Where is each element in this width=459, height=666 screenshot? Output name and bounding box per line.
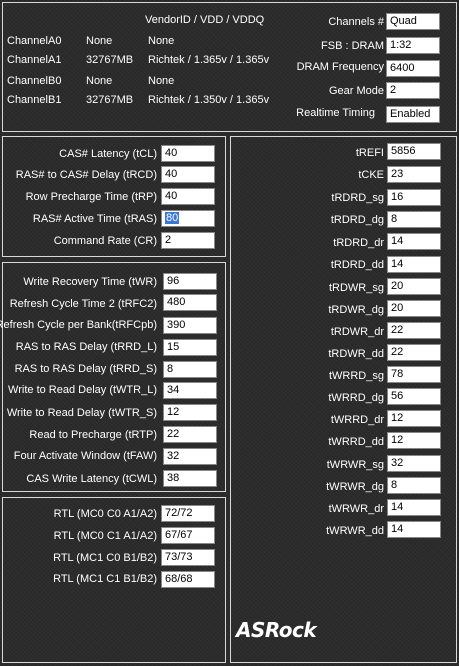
twrwr-dg-field[interactable]: 8 bbox=[387, 477, 441, 494]
trdwr-dr-field[interactable]: 22 bbox=[387, 322, 441, 339]
trdrd-dr-label: tRDRD_dr bbox=[333, 237, 384, 249]
twtr-l-field[interactable]: 34 bbox=[163, 382, 217, 399]
trrd-l-label: RAS to RAS Delay (tRRD_L) bbox=[15, 341, 157, 353]
trcd-field[interactable]: 40 bbox=[161, 166, 215, 183]
trfcpb-field[interactable]: 390 bbox=[163, 317, 217, 334]
channel-a0-info: None bbox=[148, 35, 175, 47]
tcke-field[interactable]: 23 bbox=[387, 166, 441, 183]
trdrd-dg-field[interactable]: 8 bbox=[387, 211, 441, 228]
trtp-label: Read to Precharge (tRTP) bbox=[29, 429, 157, 441]
tcke-label: tCKE bbox=[358, 169, 384, 181]
trdrd-sg-label: tRDRD_sg bbox=[331, 192, 384, 204]
channel-b0-name: ChannelB0 bbox=[7, 75, 62, 87]
channels-label: Channels # bbox=[328, 16, 384, 28]
trrd-l-field[interactable]: 15 bbox=[163, 339, 217, 356]
trdrd-dr-field[interactable]: 14 bbox=[387, 233, 441, 250]
twrwr-sg-field[interactable]: 32 bbox=[387, 455, 441, 472]
trefi-field[interactable]: 5856 bbox=[387, 143, 441, 160]
trdrd-sg-field[interactable]: 16 bbox=[387, 189, 441, 206]
fsb-dram-field[interactable]: 1:32 bbox=[386, 37, 440, 54]
trdwr-dg-label: tRDWR_dg bbox=[328, 304, 384, 316]
channel-a1-info: Richtek / 1.365v / 1.365v bbox=[148, 54, 270, 66]
twrwr-dg-label: tWRWR_dg bbox=[326, 481, 384, 493]
trdwr-sg-label: tRDWR_sg bbox=[328, 282, 384, 294]
channel-b0-info: None bbox=[148, 75, 175, 87]
gear-mode-label: Gear Mode bbox=[328, 85, 384, 97]
tcwl-label: CAS Write Latency (tCWL) bbox=[26, 473, 157, 485]
twrrd-dg-field[interactable]: 56 bbox=[387, 388, 441, 405]
trdrd-dd-field[interactable]: 14 bbox=[387, 256, 441, 273]
twtr-s-label: Write to Read Delay (tWTR_S) bbox=[6, 407, 157, 419]
trfc2-field[interactable]: 480 bbox=[163, 294, 217, 311]
trp-field[interactable]: 40 bbox=[161, 188, 215, 205]
trcd-label: RAS# to CAS# Delay (tRCD) bbox=[15, 169, 157, 181]
twrwr-dd-field[interactable]: 14 bbox=[387, 521, 441, 538]
twtr-l-label: Write to Read Delay (tWTR_L) bbox=[8, 384, 157, 396]
fsb-dram-label: FSB : DRAM bbox=[321, 40, 384, 52]
twrwr-dr-label: tWRWR_dr bbox=[328, 503, 384, 515]
trrd-s-field[interactable]: 8 bbox=[163, 361, 217, 378]
channel-a0-size: None bbox=[86, 35, 113, 47]
trefi-label: tREFI bbox=[355, 147, 384, 159]
rtl-mc1-c1-field[interactable]: 68/68 bbox=[161, 571, 215, 588]
twtr-s-field[interactable]: 12 bbox=[163, 404, 217, 421]
vendor-header: VendorID / VDD / VDDQ bbox=[145, 14, 265, 26]
rtl-mc1-c1-label: RTL (MC1 C1 B1/B2) bbox=[53, 573, 157, 585]
channels-field[interactable]: Quad bbox=[386, 13, 440, 30]
twrrd-dg-label: tWRRD_dg bbox=[328, 392, 384, 404]
tras-value-selected: 80 bbox=[165, 212, 180, 224]
trdwr-dr-label: tRDWR_dr bbox=[330, 326, 384, 338]
twrrd-dd-label: tWRRD_dd bbox=[328, 436, 384, 448]
tras-label: RAS# Active Time (tRAS) bbox=[32, 213, 157, 225]
channel-b0-size: None bbox=[86, 75, 113, 87]
tras-field[interactable]: 80 bbox=[161, 210, 215, 227]
twrwr-dd-label: tWRWR_dd bbox=[326, 525, 384, 537]
tfaw-label: Four Activate Window (tFAW) bbox=[13, 450, 157, 462]
twrrd-sg-field[interactable]: 78 bbox=[387, 366, 441, 383]
trdrd-dd-label: tRDRD_dd bbox=[330, 259, 384, 271]
trtp-field[interactable]: 22 bbox=[163, 426, 217, 443]
twr-label: Write Recovery Time (tWR) bbox=[23, 276, 157, 288]
rtl-mc0-c0-field[interactable]: 72/72 bbox=[161, 505, 215, 522]
channel-b1-info: Richtek / 1.350v / 1.365v bbox=[148, 94, 270, 106]
rtl-mc1-c0-label: RTL (MC1 C0 B1/B2) bbox=[53, 552, 157, 564]
twrwr-sg-label: tWRWR_sg bbox=[326, 459, 384, 471]
tcwl-field[interactable]: 38 bbox=[163, 470, 217, 487]
twrrd-dd-field[interactable]: 12 bbox=[387, 432, 441, 449]
dram-frequency-label: DRAM Frequency bbox=[296, 61, 384, 73]
rtl-mc0-c0-label: RTL (MC0 C0 A1/A2) bbox=[53, 508, 157, 520]
channel-b1-size: 32767MB bbox=[86, 94, 134, 106]
gear-mode-field[interactable]: 2 bbox=[386, 82, 440, 99]
command-rate-label: Command Rate (CR) bbox=[53, 235, 157, 247]
realtime-timing-field[interactable]: Enabled bbox=[386, 106, 440, 123]
rtl-mc0-c1-field[interactable]: 67/67 bbox=[161, 527, 215, 544]
channel-a1-name: ChannelA1 bbox=[7, 54, 62, 66]
twrrd-dr-label: tWRRD_dr bbox=[330, 414, 384, 426]
dram-frequency-field[interactable]: 6400 bbox=[386, 60, 440, 77]
twrwr-dr-field[interactable]: 14 bbox=[387, 499, 441, 516]
tfaw-field[interactable]: 32 bbox=[163, 448, 217, 465]
channel-a1-size: 32767MB bbox=[86, 54, 134, 66]
trdwr-dd-label: tRDWR_dd bbox=[328, 348, 384, 360]
trdwr-dg-field[interactable]: 20 bbox=[387, 300, 441, 317]
trdwr-sg-field[interactable]: 20 bbox=[387, 278, 441, 295]
channel-b1-name: ChannelB1 bbox=[7, 94, 62, 106]
asrock-logo: ASRock bbox=[236, 618, 317, 642]
trrd-s-label: RAS to RAS Delay (tRRD_S) bbox=[14, 363, 157, 375]
trp-label: Row Precharge Time (tRP) bbox=[25, 191, 157, 203]
trfcpb-label: Refresh Cycle per Bank(tRFCpb) bbox=[0, 319, 157, 331]
channel-a0-name: ChannelA0 bbox=[7, 35, 62, 47]
tcl-field[interactable]: 40 bbox=[161, 145, 215, 162]
twr-field[interactable]: 96 bbox=[163, 273, 217, 290]
twrrd-sg-label: tWRRD_sg bbox=[328, 370, 384, 382]
command-rate-field[interactable]: 2 bbox=[161, 232, 215, 249]
trfc2-label: Refresh Cycle Time 2 (tRFC2) bbox=[9, 298, 157, 310]
trdwr-dd-field[interactable]: 22 bbox=[387, 344, 441, 361]
rtl-mc0-c1-label: RTL (MC0 C1 A1/A2) bbox=[53, 530, 157, 542]
tcl-label: CAS# Latency (tCL) bbox=[59, 148, 157, 160]
rtl-mc1-c0-field[interactable]: 73/73 bbox=[161, 549, 215, 566]
realtime-timing-label: Realtime Timing bbox=[296, 107, 375, 119]
twrrd-dr-field[interactable]: 12 bbox=[387, 410, 441, 427]
trdrd-dg-label: tRDRD_dg bbox=[330, 214, 384, 226]
